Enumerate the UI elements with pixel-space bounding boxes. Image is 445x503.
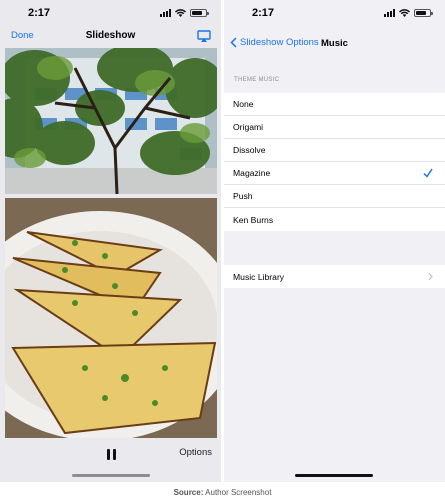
- music-settings-screen: 2:17 Slideshow Options Music THEME MUSIC…: [224, 0, 445, 482]
- music-nav-bar: Slideshow Options Music: [224, 26, 445, 60]
- theme-music-list: None Origami Dissolve Magazine Push Ken Burns: [224, 93, 445, 231]
- status-bar: 2:17: [0, 0, 221, 26]
- photo-food: [5, 198, 217, 438]
- signal-icon: [160, 9, 171, 17]
- back-button[interactable]: Slideshow Options: [230, 37, 319, 48]
- playback-controls: Options: [0, 440, 221, 482]
- chevron-right-icon: [428, 272, 433, 281]
- theme-option-label: Magazine: [233, 168, 271, 178]
- chevron-left-icon: [230, 37, 237, 48]
- battery-icon: [190, 9, 209, 17]
- source-text: Author Screenshot: [205, 488, 272, 497]
- theme-option-label: Origami: [233, 122, 264, 132]
- photo-tree: [5, 48, 217, 194]
- source-caption: Source: Author Screenshot: [0, 488, 445, 497]
- home-indicator: [295, 474, 373, 477]
- theme-option-origami[interactable]: Origami: [224, 116, 445, 139]
- airplay-icon[interactable]: [197, 30, 211, 42]
- theme-option-label: None: [233, 99, 254, 109]
- theme-option-label: Ken Burns: [233, 214, 274, 225]
- theme-option-label: Dissolve: [233, 145, 266, 155]
- theme-option-dissolve[interactable]: Dissolve: [224, 139, 445, 162]
- music-library-label: Music Library: [233, 271, 285, 282]
- home-indicator: [72, 474, 150, 477]
- theme-option-none[interactable]: None: [224, 93, 445, 116]
- checkmark-icon: [423, 167, 433, 179]
- status-bar: 2:17: [224, 0, 445, 26]
- pause-button[interactable]: [107, 449, 117, 460]
- theme-option-label: Push: [233, 191, 253, 201]
- page-title: Music: [321, 38, 348, 49]
- theme-option-push[interactable]: Push: [224, 185, 445, 208]
- options-button[interactable]: Options: [179, 447, 212, 458]
- status-time: 2:17: [252, 7, 275, 19]
- wifi-icon: [399, 9, 410, 17]
- music-library-row[interactable]: Music Library: [224, 265, 445, 288]
- back-label: Slideshow Options: [240, 37, 319, 48]
- page-title: Slideshow: [85, 30, 136, 41]
- source-label: Source:: [173, 488, 204, 497]
- music-library-group: Music Library: [224, 265, 445, 288]
- signal-icon: [384, 9, 395, 17]
- slideshow-nav-bar: Done Slideshow: [0, 26, 221, 48]
- theme-option-ken-burns[interactable]: Ken Burns: [224, 208, 445, 231]
- battery-icon: [414, 9, 433, 17]
- status-time: 2:17: [28, 7, 51, 19]
- section-header: THEME MUSIC: [234, 77, 280, 83]
- slideshow-screen: 2:17 Done Slideshow Options: [0, 0, 221, 482]
- theme-option-magazine[interactable]: Magazine: [224, 162, 445, 185]
- wifi-icon: [175, 9, 186, 17]
